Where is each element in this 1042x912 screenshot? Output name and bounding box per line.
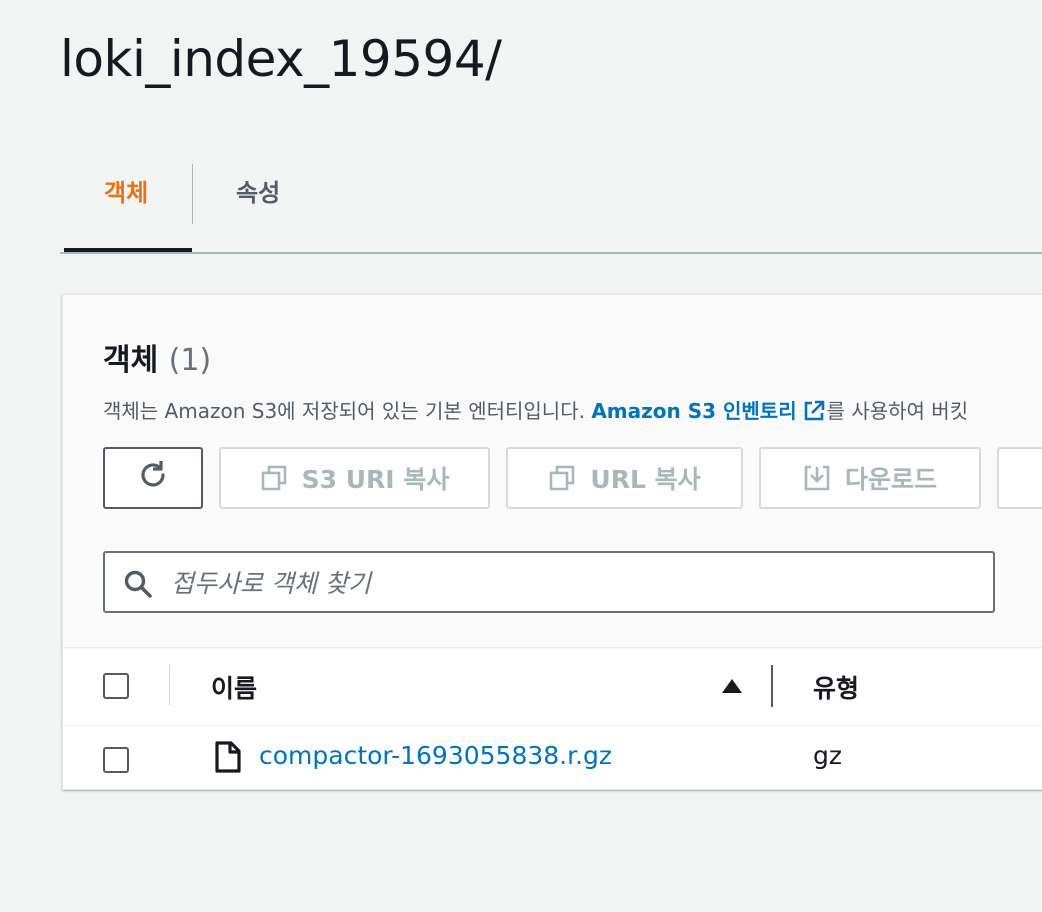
select-all-checkbox[interactable] <box>103 673 129 699</box>
search-field[interactable] <box>103 551 995 613</box>
column-header-type[interactable]: 유형 <box>813 669 859 705</box>
download-label: 다운로드 <box>844 465 937 494</box>
refresh-icon <box>136 458 170 498</box>
copy-icon <box>548 464 576 492</box>
inventory-link[interactable]: Amazon S3 인벤토리 <box>591 399 796 423</box>
more-actions-button[interactable] <box>997 447 1042 509</box>
copy-s3-uri-button[interactable]: S3 URI 복사 <box>219 447 490 509</box>
file-icon <box>215 741 241 777</box>
search-icon <box>123 569 153 603</box>
tab-bar: 객체 속성 <box>60 160 1042 254</box>
copy-url-button[interactable]: URL 복사 <box>506 447 743 509</box>
external-link-icon[interactable] <box>803 400 825 427</box>
panel-title: 객체 (1) <box>103 335 211 379</box>
tab-bar-divider <box>60 252 1042 254</box>
column-header-name[interactable]: 이름 <box>211 669 257 705</box>
object-type: gz <box>813 741 842 770</box>
description-text: 객체는 Amazon S3에 저장되어 있는 기본 엔터티입니다. <box>103 399 592 423</box>
column-divider <box>169 665 170 705</box>
row-checkbox[interactable] <box>103 747 129 773</box>
panel-title-text: 객체 <box>103 343 159 378</box>
page-title: loki_index_19594/ <box>60 30 502 88</box>
header-row-border <box>63 725 1042 726</box>
column-resizer[interactable] <box>771 665 773 707</box>
tab-objects[interactable]: 객체 <box>104 160 148 230</box>
object-count: (1) <box>168 343 212 378</box>
table-header-top-border <box>63 647 1042 648</box>
copy-icon <box>260 464 288 492</box>
tab-properties[interactable]: 속성 <box>236 160 280 230</box>
sort-ascending-icon[interactable] <box>721 677 743 699</box>
copy-s3-uri-label: S3 URI 복사 <box>301 465 450 494</box>
search-input[interactable] <box>169 561 973 605</box>
description-suffix: 를 사용하여 버킷 <box>826 399 969 423</box>
tab-divider <box>192 164 193 224</box>
object-name-link[interactable]: compactor-1693055838.r.gz <box>259 741 612 770</box>
objects-panel: 객체 (1) 객체는 Amazon S3에 저장되어 있는 기본 엔터티입니다.… <box>62 294 1042 790</box>
copy-url-label: URL 복사 <box>590 465 701 494</box>
download-button[interactable]: 다운로드 <box>759 447 981 509</box>
download-icon <box>803 464 831 492</box>
refresh-button[interactable] <box>103 447 203 509</box>
panel-description: 객체는 Amazon S3에 저장되어 있는 기본 엔터티입니다. Amazon… <box>103 395 968 427</box>
